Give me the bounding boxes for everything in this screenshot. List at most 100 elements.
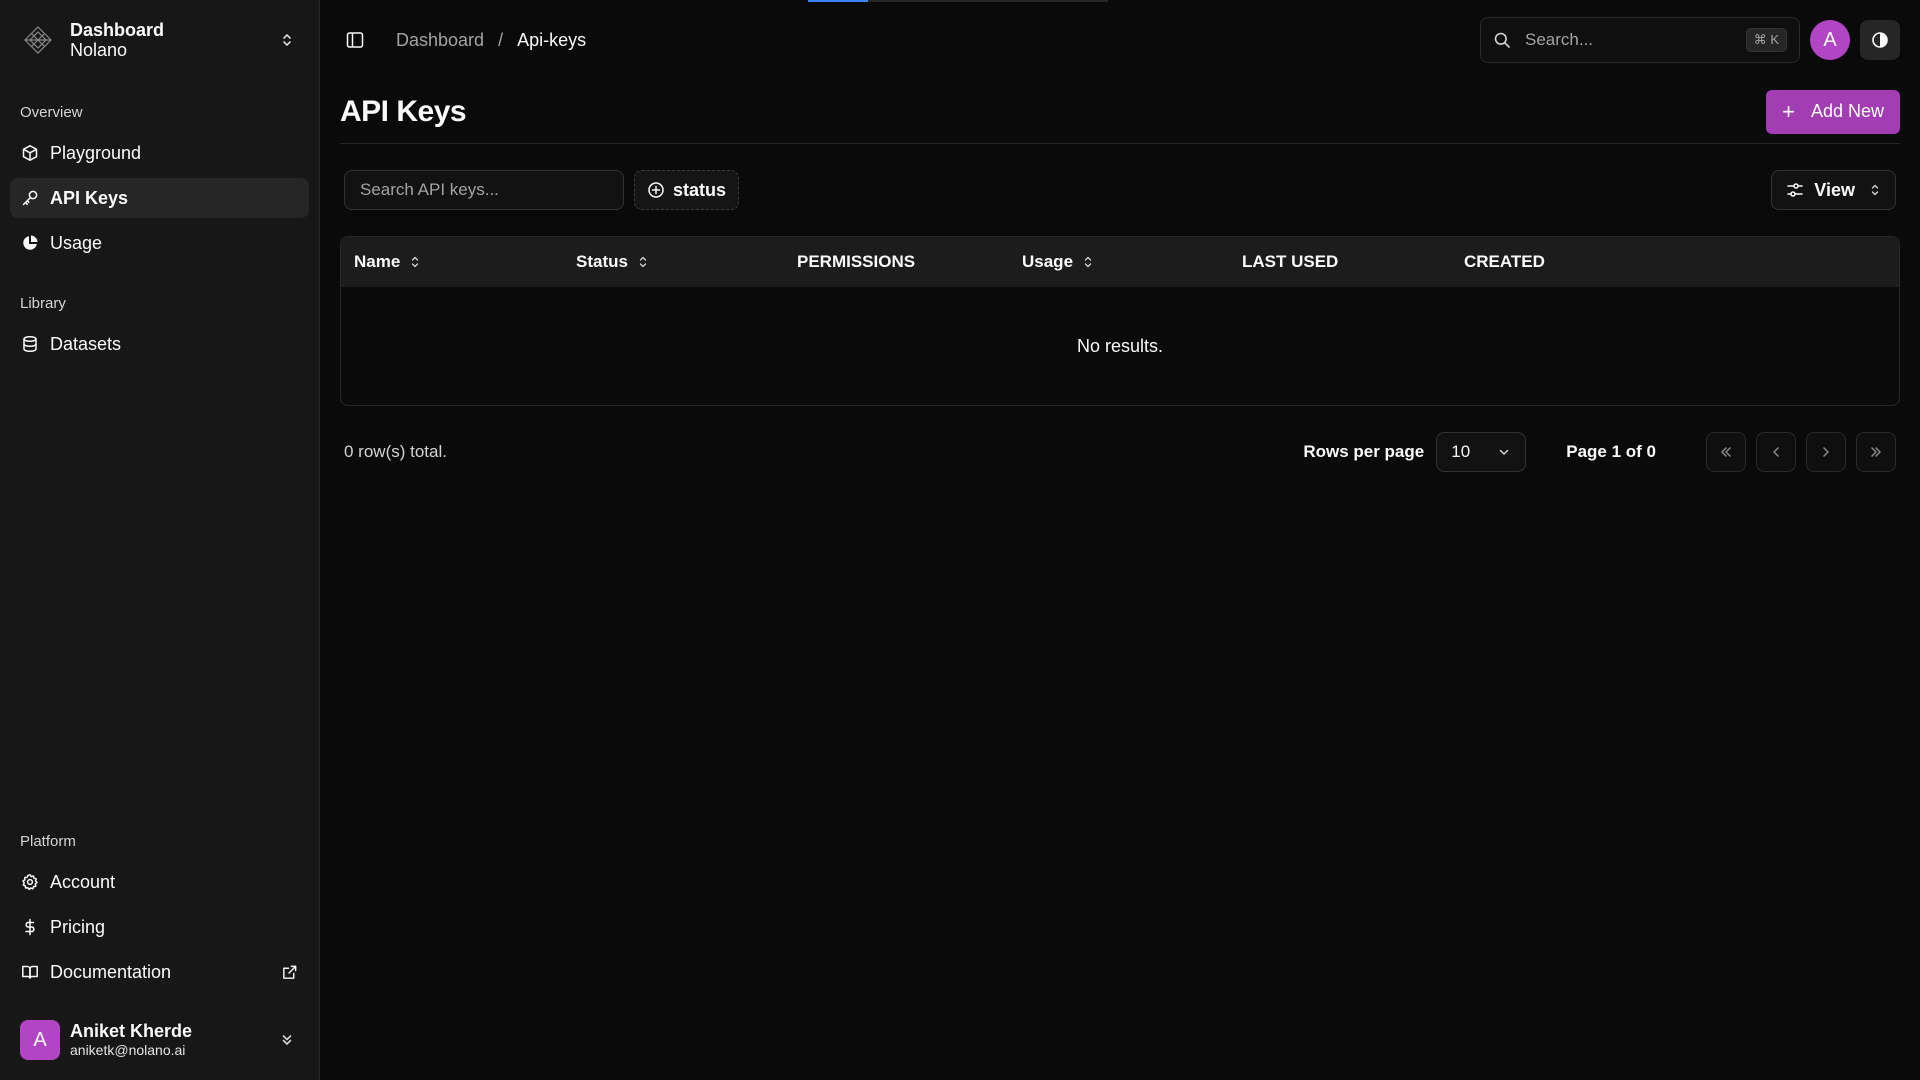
database-icon — [20, 334, 40, 354]
contrast-icon — [1872, 32, 1888, 48]
loading-progress-fill — [808, 0, 868, 2]
rows-per-page-value: 10 — [1451, 442, 1471, 461]
brand-subtitle: Nolano — [70, 40, 128, 60]
main-panel: Dashboard / Api-keys Search... ⌘ K A API… — [320, 0, 1920, 1080]
api-key-search-input[interactable] — [344, 170, 624, 210]
loading-progress-bar — [808, 0, 1108, 2]
chevron-right-icon — [1823, 447, 1829, 457]
plus-icon: + — [1782, 98, 1795, 124]
group-label-platform: Platform — [20, 833, 76, 850]
page-title: API Keys — [340, 94, 467, 128]
workspace-name: Dashboard Nolano — [70, 20, 275, 60]
chevrons-up-down-icon — [275, 28, 299, 52]
first-page-button[interactable] — [1706, 432, 1746, 472]
user-menu[interactable]: A Aniket Kherde aniketk@nolano.ai — [10, 1000, 309, 1080]
sidebar-item-api-keys[interactable]: API Keys — [10, 178, 309, 218]
global-search-button[interactable]: Search... ⌘ K — [1480, 17, 1800, 63]
view-options-button[interactable]: View — [1771, 170, 1896, 210]
sidebar-item-label: Pricing — [50, 916, 106, 937]
cube-icon — [20, 143, 40, 163]
table-empty-state: No results. — [1076, 335, 1164, 356]
sidebar: Dashboard Nolano Overview Playground API… — [0, 0, 320, 1080]
column-label: PERMISSIONS — [797, 252, 916, 271]
page-header: API Keys + Add New — [340, 80, 1900, 144]
breadcrumb-current: Api-keys — [517, 29, 587, 50]
api-keys-table: Name Status PERMISSIONS Usage LAST USED … — [340, 236, 1900, 406]
column-label: Status — [576, 252, 628, 271]
page-indicator: Page 1 of 0 — [1566, 442, 1656, 461]
sidebar-item-label: Documentation — [50, 961, 172, 982]
status-filter-button[interactable]: status — [634, 170, 740, 210]
external-link-icon — [279, 962, 299, 982]
brand-title: Dashboard — [70, 20, 165, 40]
sidebar-toggle-button[interactable] — [340, 25, 370, 55]
key-icon — [20, 188, 40, 208]
breadcrumb-separator: / — [498, 29, 504, 50]
table-header: Name Status PERMISSIONS Usage LAST USED … — [341, 237, 1899, 287]
app-root: Dashboard Nolano Overview Playground API… — [0, 0, 1920, 1080]
chevrons-right-icon — [1871, 447, 1881, 457]
sidebar-item-datasets[interactable]: Datasets — [10, 324, 309, 364]
sidebar-item-label: API Keys — [50, 187, 129, 208]
search-placeholder: Search... — [1525, 30, 1594, 49]
panel-left-icon — [346, 32, 364, 48]
column-header-permissions: PERMISSIONS — [784, 252, 1009, 272]
pie-chart-icon — [20, 233, 40, 253]
breadcrumb: Dashboard / Api-keys — [396, 30, 586, 51]
dollar-icon — [20, 917, 40, 937]
plus-circle-icon — [647, 181, 665, 199]
rows-per-page-label: Rows per page — [1303, 442, 1425, 461]
sidebar-item-label: Account — [50, 871, 116, 892]
column-label: CREATED — [1464, 252, 1545, 271]
sidebar-item-usage[interactable]: Usage — [10, 223, 309, 263]
column-label: Name — [354, 252, 401, 271]
chevron-down-icon — [1497, 445, 1511, 459]
group-label-library: Library — [20, 295, 66, 312]
column-label: LAST USED — [1242, 252, 1339, 271]
sidebar-item-pricing[interactable]: Pricing — [10, 907, 309, 947]
next-page-button[interactable] — [1806, 432, 1846, 472]
previous-page-button[interactable] — [1756, 432, 1796, 472]
column-header-name[interactable]: Name — [341, 252, 563, 272]
view-label: View — [1814, 179, 1855, 200]
sort-icon — [1083, 255, 1093, 269]
page-content: API Keys + Add New status — [320, 80, 1920, 498]
row-count: 0 row(s) total. — [344, 442, 447, 461]
sidebar-item-label: Usage — [50, 232, 103, 253]
sidebar-item-label: Playground — [50, 142, 142, 163]
gear-icon — [20, 872, 40, 892]
sort-icon — [410, 255, 420, 269]
workspace-switcher[interactable]: Dashboard Nolano — [10, 0, 309, 80]
column-header-last-used: LAST USED — [1229, 252, 1451, 272]
sidebar-item-label: Datasets — [50, 333, 122, 354]
user-avatar-button[interactable]: A — [1810, 20, 1850, 60]
breadcrumb-dashboard-link[interactable]: Dashboard — [396, 30, 484, 51]
add-new-button[interactable]: + Add New — [1766, 89, 1900, 134]
search-icon — [1493, 31, 1511, 49]
avatar: A — [20, 1020, 60, 1060]
user-email: aniketk@nolano.ai — [70, 1042, 186, 1058]
user-info: Aniket Kherde aniketk@nolano.ai — [70, 1021, 275, 1059]
column-header-usage[interactable]: Usage — [1009, 252, 1229, 272]
chevrons-down-icon — [275, 1028, 299, 1052]
rows-per-page-select[interactable]: 10 — [1436, 432, 1527, 472]
nolano-logo-icon — [20, 22, 56, 58]
theme-toggle-button[interactable] — [1860, 20, 1900, 60]
column-label: Usage — [1022, 252, 1074, 271]
chevron-left-icon — [1773, 447, 1779, 457]
sidebar-item-documentation[interactable]: Documentation — [10, 952, 309, 992]
sliders-icon — [1786, 181, 1804, 199]
add-new-label: Add New — [1810, 101, 1884, 121]
sort-icon — [638, 255, 648, 269]
book-open-icon — [20, 962, 40, 982]
sidebar-item-account[interactable]: Account — [10, 862, 309, 902]
column-header-created: CREATED — [1451, 252, 1671, 272]
last-page-button[interactable] — [1856, 432, 1896, 472]
chevrons-up-down-icon — [1869, 183, 1881, 197]
column-header-status[interactable]: Status — [563, 252, 784, 272]
user-name: Aniket Kherde — [70, 1021, 193, 1041]
chevrons-left-icon — [1721, 447, 1731, 457]
topbar: Dashboard / Api-keys Search... ⌘ K A — [320, 0, 1920, 80]
sidebar-item-playground[interactable]: Playground — [10, 133, 309, 173]
